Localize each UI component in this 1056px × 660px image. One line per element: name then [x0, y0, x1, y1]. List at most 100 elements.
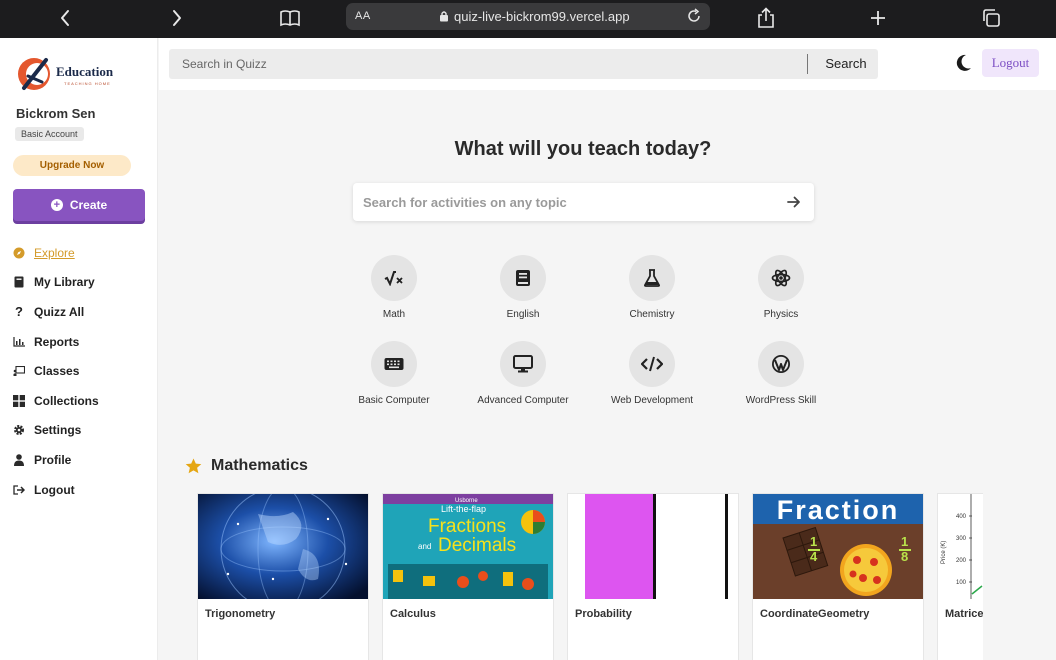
search-button[interactable]: Search: [814, 49, 878, 79]
create-button[interactable]: + Create: [13, 189, 145, 221]
sidebar-item-quizz-all[interactable]: ? Quizz All: [13, 297, 153, 327]
back-button[interactable]: [50, 4, 80, 32]
reload-icon[interactable]: [686, 8, 702, 24]
card-thumbnail: [198, 494, 368, 599]
logo[interactable]: Education TEACHING HOME: [16, 54, 126, 94]
tabs-button[interactable]: [976, 4, 1006, 32]
share-button[interactable]: [751, 4, 781, 32]
keyboard-icon: [371, 341, 417, 387]
card-calculus[interactable]: Usborne Lift-the-flap Fractions and Deci…: [382, 493, 554, 660]
sidebar-item-profile[interactable]: Profile: [13, 445, 153, 475]
card-probability[interactable]: Probability: [567, 493, 739, 660]
new-tab-button[interactable]: [863, 4, 893, 32]
sidebar-item-collections[interactable]: Collections: [13, 386, 153, 416]
share-icon: [758, 7, 774, 28]
svg-text:300: 300: [956, 536, 967, 542]
top-search: Search: [169, 49, 878, 79]
tabs-icon: [983, 9, 1000, 27]
svg-text:1: 1: [810, 534, 817, 549]
bookmarks-button[interactable]: [275, 4, 305, 32]
lock-icon: [440, 11, 448, 22]
chalkboard-icon: [13, 365, 25, 377]
chart-icon: [13, 336, 25, 348]
card-title: Probability: [575, 608, 632, 620]
card-title: Calculus: [390, 608, 436, 620]
create-label: Create: [69, 198, 108, 212]
svg-text:4: 4: [810, 549, 818, 564]
card-thumbnail: Usborne Lift-the-flap Fractions and Deci…: [383, 494, 553, 599]
card-matrices[interactable]: Price (K) 400 300 200 100 Matrices: [937, 493, 983, 660]
svg-text:Price (K): Price (K): [941, 541, 947, 564]
subject-label: WordPress Skill: [745, 395, 817, 406]
forward-button[interactable]: [162, 4, 192, 32]
main-content: What will you teach today? Math English …: [159, 90, 1056, 660]
sidebar-item-explore[interactable]: Explore: [13, 238, 153, 268]
logout-button[interactable]: Logout: [982, 49, 1039, 77]
address-bar[interactable]: AA quiz-live-bickrom99.vercel.app: [346, 3, 710, 30]
card-coordinate-geometry[interactable]: Fraction 1 4 1 8 CoordinateGeometry: [752, 493, 924, 660]
sidebar-item-label: Explore: [34, 245, 75, 260]
sidebar-item-label: My Library: [34, 275, 95, 290]
subject-english[interactable]: English: [458, 255, 588, 325]
square-root-icon: [371, 255, 417, 301]
gear-icon: [13, 424, 25, 436]
svg-text:Fraction: Fraction: [777, 495, 900, 525]
search-input[interactable]: [169, 49, 809, 79]
grid-icon: [13, 394, 25, 407]
svg-text:1: 1: [901, 534, 908, 549]
top-bar: Search Logout: [159, 38, 1056, 90]
star-icon: [185, 458, 202, 474]
subject-advanced-computer[interactable]: Advanced Computer: [458, 341, 588, 411]
chevron-left-icon: [61, 10, 69, 26]
topic-search-input[interactable]: [353, 183, 773, 221]
atom-icon: [758, 255, 804, 301]
subject-label: Physics: [763, 309, 799, 320]
upgrade-button[interactable]: Upgrade Now: [13, 155, 131, 176]
card-title: Matrices: [945, 608, 983, 620]
sidebar-nav: Explore My Library ? Quizz All Reports C…: [13, 238, 153, 504]
question-icon: ?: [15, 304, 23, 320]
svg-text:200: 200: [956, 558, 967, 564]
brand-name: Education: [56, 64, 114, 79]
svg-text:8: 8: [901, 549, 908, 564]
subject-physics[interactable]: Physics: [716, 255, 846, 325]
page-title: What will you teach today?: [454, 138, 712, 160]
subject-math[interactable]: Math: [329, 255, 459, 325]
card-trigonometry[interactable]: Trigonometry: [197, 493, 369, 660]
book-open-icon: [280, 10, 300, 27]
flask-icon: [629, 255, 675, 301]
logout-icon: [13, 484, 25, 496]
sidebar-item-label: Collections: [34, 393, 99, 408]
card-thumbnail: [568, 494, 738, 599]
section-header: Mathematics: [185, 457, 308, 475]
card-thumbnail: Price (K) 400 300 200 100: [938, 494, 983, 599]
svg-text:100: 100: [956, 580, 967, 586]
sidebar-item-my-library[interactable]: My Library: [13, 268, 153, 298]
subject-basic-computer[interactable]: Basic Computer: [329, 341, 459, 411]
subject-chemistry[interactable]: Chemistry: [587, 255, 717, 325]
sidebar-item-label: Logout: [34, 482, 75, 497]
chevron-right-icon: [173, 10, 181, 26]
card-row: Trigonometry Usborne Lift-the-flap Fract…: [197, 493, 983, 660]
compass-icon: [13, 247, 25, 259]
user-icon: [13, 454, 25, 466]
hero-search: [353, 183, 814, 221]
sidebar-item-settings[interactable]: Settings: [13, 416, 153, 446]
sidebar-item-classes[interactable]: Classes: [13, 356, 153, 386]
arrow-right-icon[interactable]: [787, 195, 801, 209]
url-text: quiz-live-bickrom99.vercel.app: [454, 9, 630, 24]
subject-wordpress[interactable]: WordPress Skill: [716, 341, 846, 411]
svg-text:Fractions: Fractions: [428, 516, 506, 537]
text-size-button[interactable]: AA: [355, 10, 371, 22]
account-badge: Basic Account: [15, 127, 84, 141]
sidebar-item-label: Classes: [34, 364, 80, 379]
wordpress-icon: [758, 341, 804, 387]
search-divider: [807, 54, 808, 74]
subject-label: Math: [382, 309, 406, 320]
dark-mode-toggle[interactable]: [956, 54, 972, 72]
sidebar-item-reports[interactable]: Reports: [13, 327, 153, 357]
sidebar-item-label: Settings: [34, 423, 82, 438]
sidebar: Education TEACHING HOME Bickrom Sen Basi…: [0, 38, 158, 660]
subject-web-development[interactable]: Web Development: [587, 341, 717, 411]
sidebar-item-logout[interactable]: Logout: [13, 475, 153, 505]
